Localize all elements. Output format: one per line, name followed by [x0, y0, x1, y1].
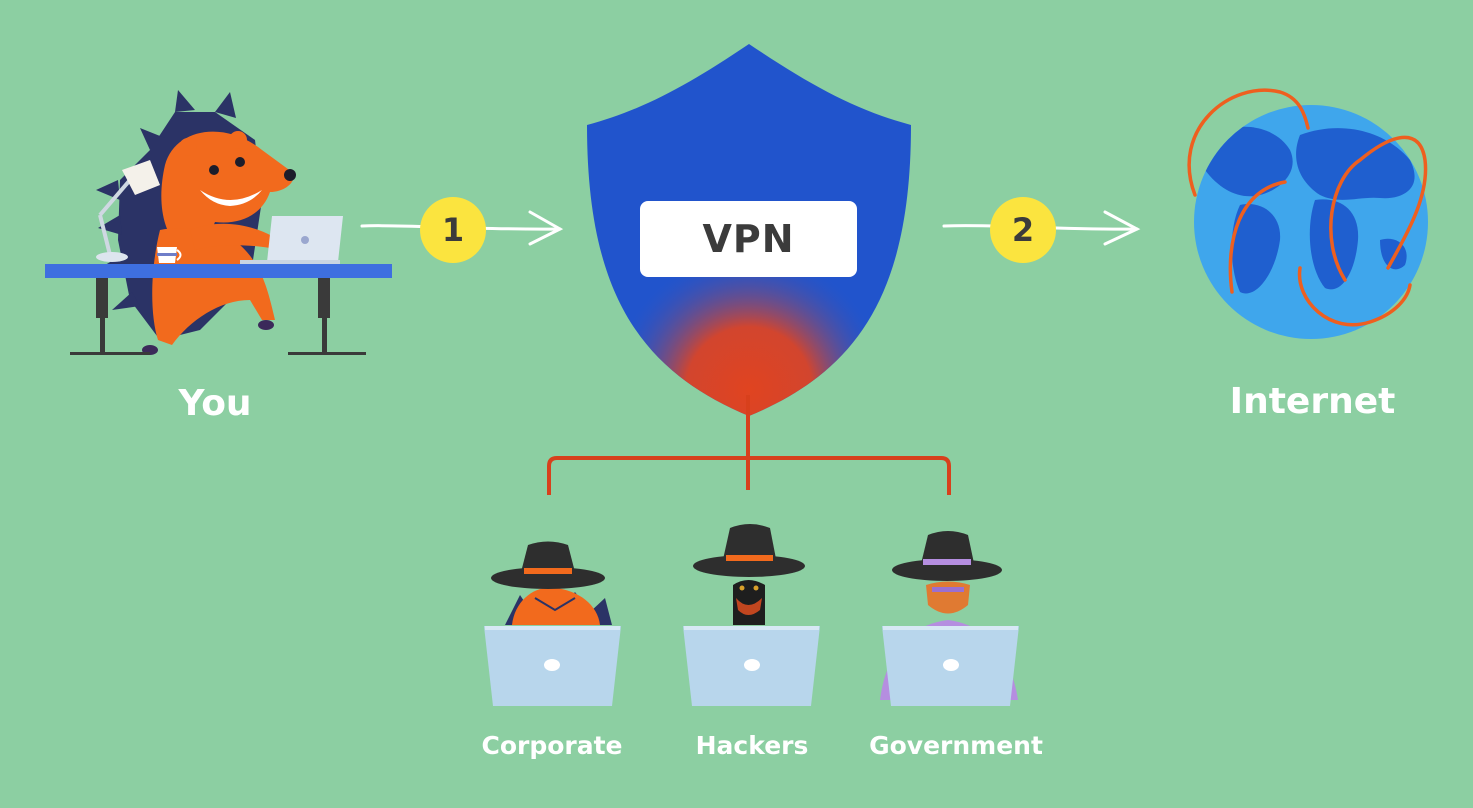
internet-label: Internet — [1229, 381, 1396, 422]
corporate-observer-illustration — [484, 541, 621, 706]
desk-top — [45, 264, 392, 278]
hackers-label: Hackers — [695, 731, 809, 760]
step-number-1: 1 — [441, 211, 465, 249]
corporate-label: Corporate — [481, 731, 623, 760]
lamp-base — [96, 252, 128, 262]
internet-globe-illustration — [1187, 88, 1428, 339]
hedgehog-eye-right — [235, 157, 245, 167]
hedgehog-at-desk-illustration — [45, 90, 392, 355]
you-label: You — [178, 383, 252, 424]
step-badge-2: 2 — [990, 197, 1056, 263]
hedgehog-foot-right — [258, 320, 274, 330]
government-observer-illustration — [880, 531, 1019, 706]
government-label: Government — [869, 731, 1043, 760]
vpn-diagram: VPN 1 2 You Internet Corporate Hackers G… — [0, 0, 1473, 808]
step-badge-1: 1 — [420, 197, 486, 263]
hedgehog-eye-left — [209, 165, 219, 175]
shield-observer-connector — [547, 395, 951, 495]
hedgehog-nose — [284, 169, 296, 181]
step-number-2: 2 — [1011, 211, 1035, 249]
vpn-label-box: VPN — [640, 201, 857, 277]
hacker-observer-illustration — [683, 524, 820, 706]
vpn-label: VPN — [702, 217, 795, 261]
